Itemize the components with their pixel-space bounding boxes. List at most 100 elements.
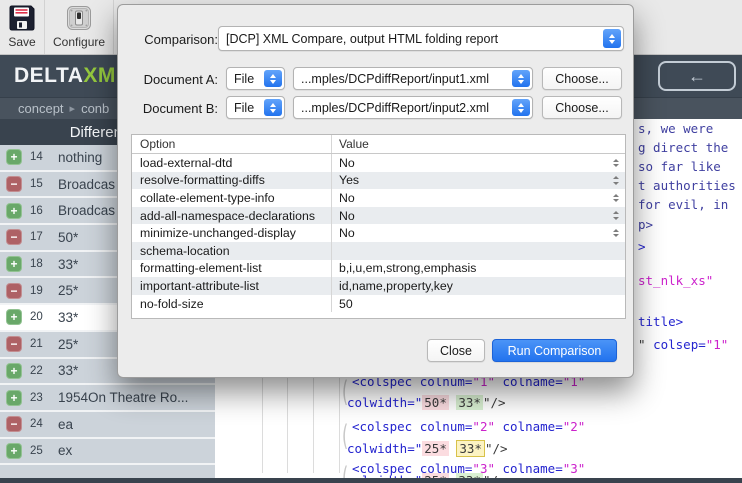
code-segment: "/> (483, 395, 506, 410)
document-b-path-select[interactable]: ...mples/DCPdiffReport/input2.xml (293, 96, 533, 119)
document-a-choose-button[interactable]: Choose... (542, 67, 622, 90)
code-segment: g direct the (638, 140, 728, 155)
option-name: minimize-unchanged-display (132, 224, 332, 242)
stepper-icon (264, 70, 282, 87)
diff-list-item[interactable]: + 25 ex (0, 439, 215, 466)
code-line: so far like (638, 159, 721, 174)
option-row[interactable]: schema-location (132, 242, 625, 260)
app-window: s, we were g direct the so far like t autho… (0, 0, 742, 483)
save-button[interactable]: Save (0, 0, 45, 54)
option-row[interactable]: resolve-formatting-diffs Yes (132, 172, 625, 190)
comparison-label: Comparison: (122, 32, 218, 47)
diff-badge-icon: + (6, 149, 22, 165)
code-line: s, we were (638, 121, 713, 136)
diff-badge-icon: + (6, 203, 22, 219)
option-name: load-external-dtd (132, 154, 332, 172)
option-row[interactable]: load-external-dtd No (132, 154, 625, 172)
code-segment: so far like (638, 159, 721, 174)
code-segment: "3" (563, 461, 586, 476)
option-row[interactable]: no-fold-size 50 (132, 295, 625, 313)
code-segment: title> (638, 314, 683, 329)
document-a-type-select[interactable]: File (226, 67, 285, 90)
diff-label: 33* (58, 257, 78, 272)
code-segment: " (638, 337, 653, 352)
configure-button[interactable]: Configure (45, 0, 114, 54)
code-segment: 33* (456, 395, 483, 410)
diff-badge-icon: − (6, 416, 22, 432)
diff-list-item[interactable]: − 24 ea (0, 412, 215, 439)
code-segment: t authorities (638, 178, 736, 193)
code-segment: <colspec colnum= (352, 419, 472, 434)
option-value: Yes (332, 173, 625, 187)
value-stepper-icon[interactable] (613, 224, 619, 242)
option-row[interactable]: minimize-unchanged-display No (132, 224, 625, 242)
option-value: No (332, 156, 625, 170)
back-button[interactable]: ← (658, 61, 736, 91)
diff-badge-icon: − (6, 336, 22, 352)
diff-number: 20 (30, 311, 54, 323)
option-name: add-all-namespace-declarations (132, 207, 332, 225)
option-row[interactable]: formatting-element-list b,i,u,em,strong,… (132, 260, 625, 278)
code-segment: 33* (456, 440, 485, 457)
diff-badge-icon: − (6, 229, 22, 245)
diff-number: 25 (30, 445, 54, 457)
diff-number: 14 (30, 151, 54, 163)
options-table-body: load-external-dtd No resolve-formatting-… (132, 154, 625, 312)
diff-number: 18 (30, 258, 54, 270)
option-row[interactable]: important-attribute-list id,name,propert… (132, 277, 625, 295)
code-segment: p> (638, 217, 653, 232)
code-segment: "2" (563, 419, 586, 434)
option-value: No (332, 226, 625, 240)
code-segment: 25* (422, 441, 449, 456)
diff-label: 25* (58, 337, 78, 352)
code-segment: > (638, 239, 646, 254)
code-segment: colwidth=" (347, 395, 422, 410)
run-comparison-dialog: Comparison: [DCP] XML Compare, output HT… (117, 4, 634, 378)
close-label: Close (440, 344, 472, 358)
option-name: schema-location (132, 242, 332, 260)
stepper-icon (264, 99, 282, 116)
option-row[interactable]: collate-element-type-info No (132, 189, 625, 207)
option-value: b,i,u,em,strong,emphasis (332, 261, 625, 275)
value-column-header[interactable]: Value (332, 137, 625, 151)
document-b-type-select[interactable]: File (226, 96, 285, 119)
document-b-choose-button[interactable]: Choose... (542, 96, 622, 119)
value-stepper-icon[interactable] (613, 189, 619, 207)
document-a-path-select[interactable]: ...mples/DCPdiffReport/input1.xml (293, 67, 533, 90)
configure-label: Configure (53, 35, 105, 49)
deltaxml-logo: DELTAXML (14, 64, 129, 88)
diff-label: 1954On Theatre Ro... (58, 390, 188, 405)
code-segment: for evil, in (638, 197, 728, 212)
save-label: Save (8, 35, 35, 49)
option-name: no-fold-size (132, 295, 332, 313)
diff-number: 23 (30, 392, 54, 404)
diff-label: 33* (58, 310, 78, 325)
close-button[interactable]: Close (427, 339, 485, 362)
diff-label: nothing (58, 150, 102, 165)
breadcrumb-item-concept[interactable]: concept (18, 101, 64, 116)
value-stepper-icon[interactable] (613, 207, 619, 225)
option-value: id,name,property,key (332, 279, 625, 293)
option-name: collate-element-type-info (132, 189, 332, 207)
document-a-path-value: ...mples/DCPdiffReport/input1.xml (301, 72, 532, 86)
breadcrumb-item-conbody[interactable]: conb (81, 101, 109, 116)
diff-number: 22 (30, 365, 54, 377)
code-segment: "/> (485, 441, 508, 456)
diff-badge-icon: + (6, 443, 22, 459)
option-row[interactable]: add-all-namespace-declarations No (132, 207, 625, 225)
diff-badge-icon: − (6, 176, 22, 192)
option-name: important-attribute-list (132, 277, 332, 295)
code-line: t authorities (638, 178, 736, 193)
code-segment: st_nlk_xs" (638, 273, 713, 288)
value-stepper-icon[interactable] (613, 154, 619, 172)
run-comparison-button[interactable]: Run Comparison (492, 339, 617, 362)
document-b-label: Document B: (122, 101, 218, 116)
diff-label: ex (58, 443, 72, 458)
code-segment: colsep= (653, 337, 706, 352)
diff-list-item[interactable]: + 23 1954On Theatre Ro... (0, 385, 215, 412)
code-line: st_nlk_xs" (638, 273, 713, 288)
option-column-header[interactable]: Option (132, 135, 332, 153)
value-stepper-icon[interactable] (613, 172, 619, 190)
diff-label: 33* (58, 363, 78, 378)
comparison-select[interactable]: [DCP] XML Compare, output HTML folding r… (218, 26, 624, 51)
